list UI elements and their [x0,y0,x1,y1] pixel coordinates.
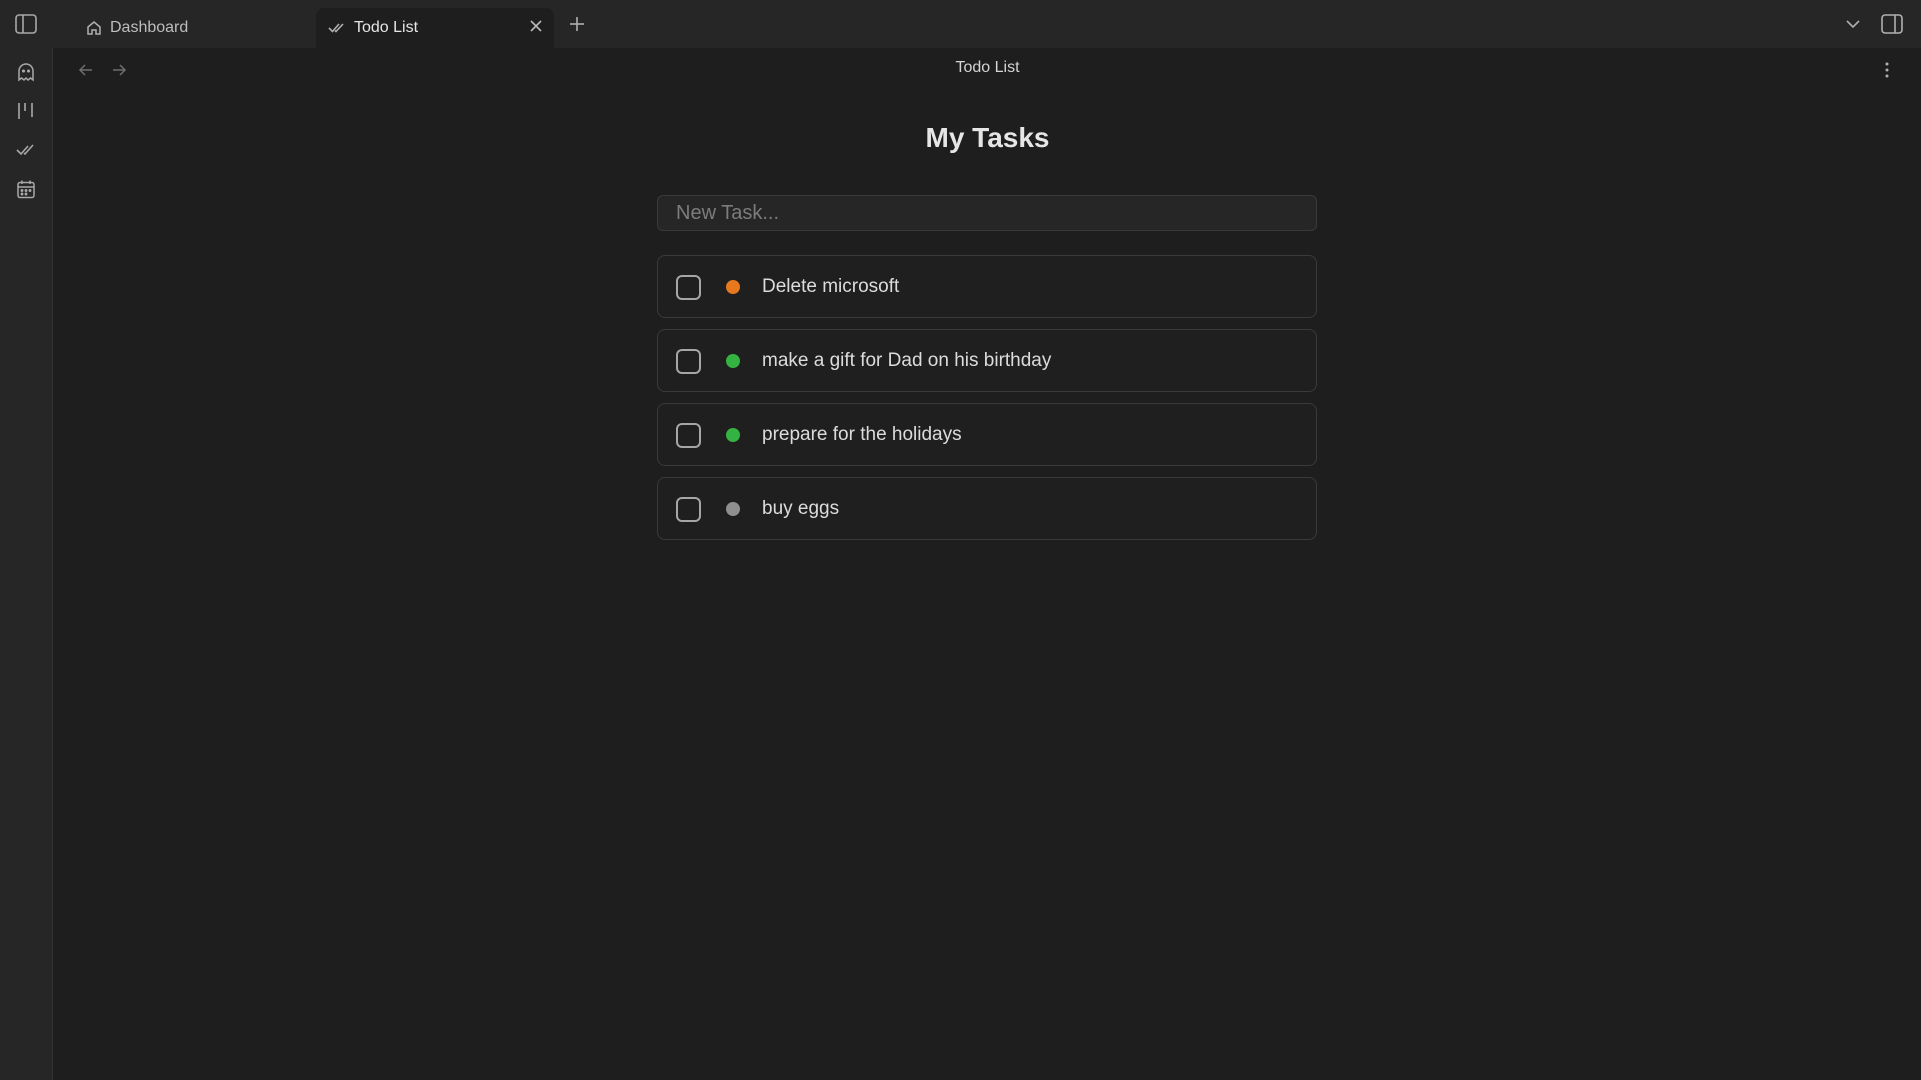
double-check-icon [328,21,346,35]
ghost-icon[interactable] [13,59,39,85]
calendar-icon[interactable] [13,176,39,202]
task-label: prepare for the holidays [762,424,962,445]
task-label: Delete microsoft [762,276,900,297]
tab-todo-list[interactable]: Todo List [316,8,554,48]
priority-dot [726,280,740,294]
priority-dot [726,502,740,516]
new-task-input[interactable] [657,195,1317,231]
double-check-icon[interactable] [13,137,39,163]
home-icon [86,20,102,36]
app-window: Dashboard Todo List Todo List My Tasks N… [0,0,1921,1080]
more-options-icon[interactable] [1877,60,1897,80]
tab-dashboard[interactable]: Dashboard [74,8,314,48]
task-checkbox[interactable] [676,497,701,522]
task-checkbox[interactable] [676,275,701,300]
priority-dot [726,428,740,442]
task-label: buy eggs [762,498,840,519]
task-item[interactable]: Delete microsoft [657,255,1317,318]
tab-label: Todo List [354,19,419,36]
right-sidebar-toggle-icon[interactable] [1879,12,1905,36]
tab-label: Dashboard [110,19,189,36]
task-checkbox[interactable] [676,423,701,448]
page-title: My Tasks [925,122,1050,153]
task-list: Delete microsoft make a gift for Dad on … [657,255,1317,551]
view-title: Todo List [955,59,1020,76]
task-item[interactable]: prepare for the holidays [657,403,1317,466]
chevron-down-icon[interactable] [1841,14,1865,34]
priority-dot [726,354,740,368]
task-checkbox[interactable] [676,349,701,374]
new-tab-icon[interactable] [565,12,589,36]
sidebar-toggle-icon[interactable] [12,12,40,36]
kanban-icon[interactable] [13,98,39,124]
task-item[interactable]: make a gift for Dad on his birthday [657,329,1317,392]
view-header: Todo List [54,48,1921,92]
left-ribbon [0,48,53,1080]
tab-bar: Dashboard Todo List [0,0,1921,48]
task-item[interactable]: buy eggs [657,477,1317,540]
task-label: make a gift for Dad on his birthday [762,350,1052,371]
todo-view: My Tasks Delete microsoft make a gift fo… [54,92,1921,1080]
close-icon[interactable] [528,18,544,34]
